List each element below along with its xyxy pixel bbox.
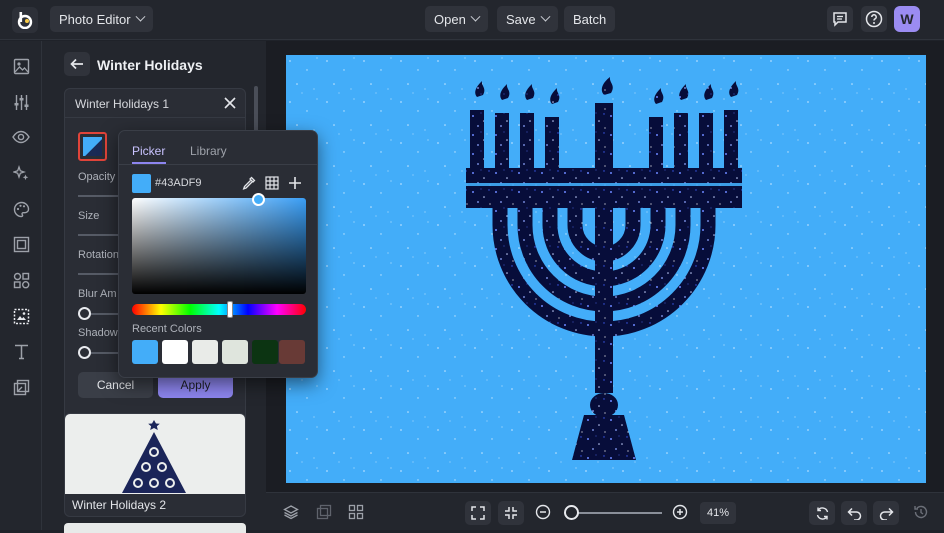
image-canvas[interactable]: [286, 55, 926, 483]
palette-icon[interactable]: [11, 199, 31, 219]
thumbnail-label: Winter Holidays 2: [72, 498, 167, 512]
app-menu-label: Photo Editor: [59, 11, 131, 27]
color-picker-popover: Picker Library #43ADF9 Recent Colors: [118, 130, 318, 378]
card-title: Winter Holidays 1: [75, 97, 170, 111]
panel-title: Winter Holidays: [97, 57, 203, 73]
recent-color-swatch[interactable]: [252, 340, 278, 364]
rotate-button[interactable]: [809, 501, 835, 525]
frame-icon[interactable]: [11, 234, 31, 254]
comment-icon: [833, 12, 847, 27]
shapes-icon[interactable]: [11, 270, 31, 290]
expand-icon: [471, 506, 485, 520]
shadow-slider-knob[interactable]: [78, 346, 91, 359]
graphic-thumbnail[interactable]: Winter Holidays 2: [64, 413, 246, 517]
help-icon: [865, 10, 883, 28]
compare-icon[interactable]: [314, 502, 334, 522]
arrow-left-icon: [70, 58, 83, 70]
help-button[interactable]: [861, 6, 887, 32]
batch-label: Batch: [573, 11, 607, 27]
sparkle-icon[interactable]: [11, 163, 31, 183]
recent-color-swatch[interactable]: [222, 340, 248, 364]
hue-slider-knob[interactable]: [227, 301, 233, 318]
grid-icon: [265, 176, 279, 190]
recent-color-swatch[interactable]: [132, 340, 158, 364]
saturation-value-knob[interactable]: [252, 193, 265, 206]
grid-view-icon[interactable]: [346, 502, 366, 522]
size-label: Size: [78, 210, 100, 222]
hex-input[interactable]: #43ADF9: [155, 177, 201, 189]
bottom-toolbar: 41%: [266, 492, 944, 530]
zoom-out-icon[interactable]: [533, 502, 553, 522]
actual-size-button[interactable]: [498, 501, 524, 525]
blur-amount-label: Blur Am: [78, 288, 117, 300]
recent-colors-label: Recent Colors: [132, 323, 202, 335]
undo-icon: [846, 507, 861, 520]
hue-slider[interactable]: [132, 304, 306, 315]
chevron-down-icon: [540, 11, 551, 22]
tool-rail: [0, 41, 42, 530]
add-color-button[interactable]: [286, 174, 304, 192]
redo-button[interactable]: [873, 501, 899, 525]
open-dropdown[interactable]: Open: [425, 6, 488, 32]
back-button[interactable]: [64, 52, 90, 76]
current-color-chip: [132, 174, 151, 193]
menorah-icon: [286, 55, 926, 483]
app-menu-dropdown[interactable]: Photo Editor: [50, 6, 153, 32]
comment-button[interactable]: [827, 6, 853, 32]
redo-icon: [879, 507, 894, 520]
zoom-slider[interactable]: [568, 512, 662, 514]
christmas-tree-icon: [122, 420, 186, 493]
recent-color-swatch[interactable]: [162, 340, 188, 364]
tab-library[interactable]: Library: [190, 144, 227, 158]
top-bar: Photo Editor Open Save Batch W: [0, 0, 944, 40]
color-swatch-button[interactable]: [78, 132, 107, 161]
saturation-value-area[interactable]: [132, 198, 306, 294]
recent-color-swatch[interactable]: [192, 340, 218, 364]
chevron-down-icon: [470, 11, 481, 22]
layers-overlay-icon[interactable]: [11, 377, 31, 397]
graphic-thumbnail-next[interactable]: [64, 523, 246, 533]
layers-icon[interactable]: [281, 502, 301, 522]
eyedropper-button[interactable]: [240, 174, 258, 192]
chevron-down-icon: [135, 11, 145, 22]
befunky-logo-icon: [17, 12, 33, 29]
blur-slider-knob[interactable]: [78, 307, 91, 320]
canvas-area: [266, 41, 944, 492]
open-label: Open: [434, 11, 466, 27]
zoom-slider-knob[interactable]: [564, 505, 579, 520]
zoom-in-icon[interactable]: [670, 502, 690, 522]
undo-button[interactable]: [841, 501, 867, 525]
refresh-icon: [816, 506, 828, 520]
christmas-tree-thumbnail-image: [65, 414, 245, 494]
grid-button[interactable]: [263, 174, 281, 192]
opacity-label: Opacity: [78, 171, 116, 183]
divider: [119, 164, 317, 165]
eye-icon[interactable]: [11, 127, 31, 147]
shrink-icon: [505, 507, 517, 519]
card-header: Winter Holidays 1: [65, 89, 245, 118]
batch-button[interactable]: Batch: [564, 6, 616, 32]
shadow-label: Shadow: [78, 327, 118, 339]
eyedropper-icon: [242, 176, 256, 190]
graphics-icon[interactable]: [11, 306, 31, 326]
tab-picker[interactable]: Picker: [132, 144, 165, 158]
recent-color-swatch[interactable]: [279, 340, 305, 364]
history-icon[interactable]: [911, 502, 931, 522]
close-icon[interactable]: [223, 96, 237, 110]
zoom-value[interactable]: 41%: [700, 502, 736, 524]
save-label: Save: [506, 11, 536, 27]
save-dropdown[interactable]: Save: [497, 6, 558, 32]
text-icon[interactable]: [11, 341, 31, 361]
fit-to-screen-button[interactable]: [465, 501, 491, 525]
adjust-sliders-icon[interactable]: [11, 92, 31, 112]
rotation-label: Rotation: [78, 249, 119, 261]
plus-icon: [289, 177, 301, 189]
user-avatar[interactable]: W: [894, 6, 920, 32]
app-logo[interactable]: [12, 7, 38, 33]
image-tool-icon[interactable]: [11, 56, 31, 76]
